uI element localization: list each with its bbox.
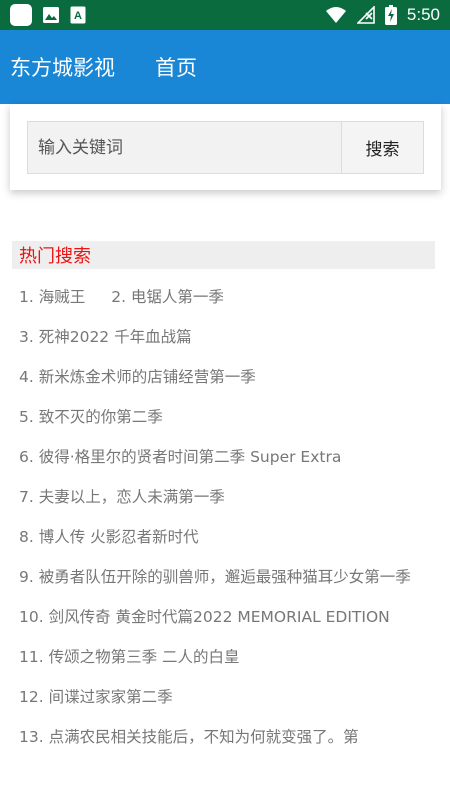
list-row: 10. 剑风传奇 黄金时代篇2022 MEMORIAL EDITION: [19, 604, 419, 631]
svg-text:A: A: [74, 10, 82, 22]
signal-icon: [356, 6, 375, 24]
status-left: A: [10, 4, 86, 26]
search-box: 搜索: [27, 121, 424, 174]
hot-item-9[interactable]: 9. 被勇者队伍开除的驯兽师，邂逅最强种猫耳少女第一季: [19, 568, 411, 586]
hot-item-11[interactable]: 11. 传颂之物第三季 二人的白皇: [19, 648, 240, 666]
list-row: 1. 海贼王 2. 电锯人第一季: [19, 284, 419, 311]
nav-home-link[interactable]: 首页: [155, 52, 197, 82]
app-square-icon: [10, 4, 32, 26]
search-button[interactable]: 搜索: [341, 122, 423, 173]
hot-search-list: 1. 海贼王 2. 电锯人第一季 3. 死神2022 千年血战篇 4. 新米炼金术…: [19, 284, 419, 764]
list-row: 8. 博人传 火影忍者新时代: [19, 524, 419, 551]
list-row: 6. 彼得·格里尔的贤者时间第二季 Super Extra: [19, 444, 419, 471]
status-right: 5:50: [325, 5, 440, 25]
hot-item-7[interactable]: 7. 夫妻以上，恋人未满第一季: [19, 488, 225, 506]
wifi-icon: [325, 7, 346, 23]
list-row: 9. 被勇者队伍开除的驯兽师，邂逅最强种猫耳少女第一季: [19, 564, 419, 591]
hot-item-13[interactable]: 13. 点满农民相关技能后，不知为何就变强了。第: [19, 728, 359, 746]
list-row: 4. 新米炼金术师的店铺经营第一季: [19, 364, 419, 391]
status-time: 5:50: [406, 5, 440, 24]
text-a-icon: A: [70, 6, 86, 24]
hot-item-5[interactable]: 5. 致不灭的你第二季: [19, 408, 163, 426]
list-row: 7. 夫妻以上，恋人未满第一季: [19, 484, 419, 511]
image-icon: [43, 7, 59, 23]
list-row: 13. 点满农民相关技能后，不知为何就变强了。第: [19, 724, 419, 751]
hot-item-10[interactable]: 10. 剑风传奇 黄金时代篇2022 MEMORIAL EDITION: [19, 608, 390, 626]
list-row: 5. 致不灭的你第二季: [19, 404, 419, 431]
status-bar: A 5:50: [0, 0, 450, 30]
list-row: 3. 死神2022 千年血战篇: [19, 324, 419, 351]
hot-item-3[interactable]: 3. 死神2022 千年血战篇: [19, 328, 192, 346]
hot-item-4[interactable]: 4. 新米炼金术师的店铺经营第一季: [19, 368, 256, 386]
search-input[interactable]: [28, 122, 341, 173]
app-title: 东方城影视: [10, 56, 115, 80]
search-card: 搜索: [10, 104, 441, 190]
hot-search-header: 热门搜索: [12, 241, 435, 269]
list-row: 11. 传颂之物第三季 二人的白皇: [19, 644, 419, 671]
list-row: 12. 间谍过家家第二季: [19, 684, 419, 711]
battery-charging-icon: [384, 5, 397, 25]
hot-item-6[interactable]: 6. 彼得·格里尔的贤者时间第二季 Super Extra: [19, 448, 341, 466]
hot-item-2[interactable]: 2. 电锯人第一季: [111, 288, 224, 306]
hot-item-1[interactable]: 1. 海贼王: [19, 288, 85, 306]
hot-item-12[interactable]: 12. 间谍过家家第二季: [19, 688, 173, 706]
hot-item-8[interactable]: 8. 博人传 火影忍者新时代: [19, 528, 199, 546]
app-bar: 东方城影视 首页: [0, 30, 450, 104]
